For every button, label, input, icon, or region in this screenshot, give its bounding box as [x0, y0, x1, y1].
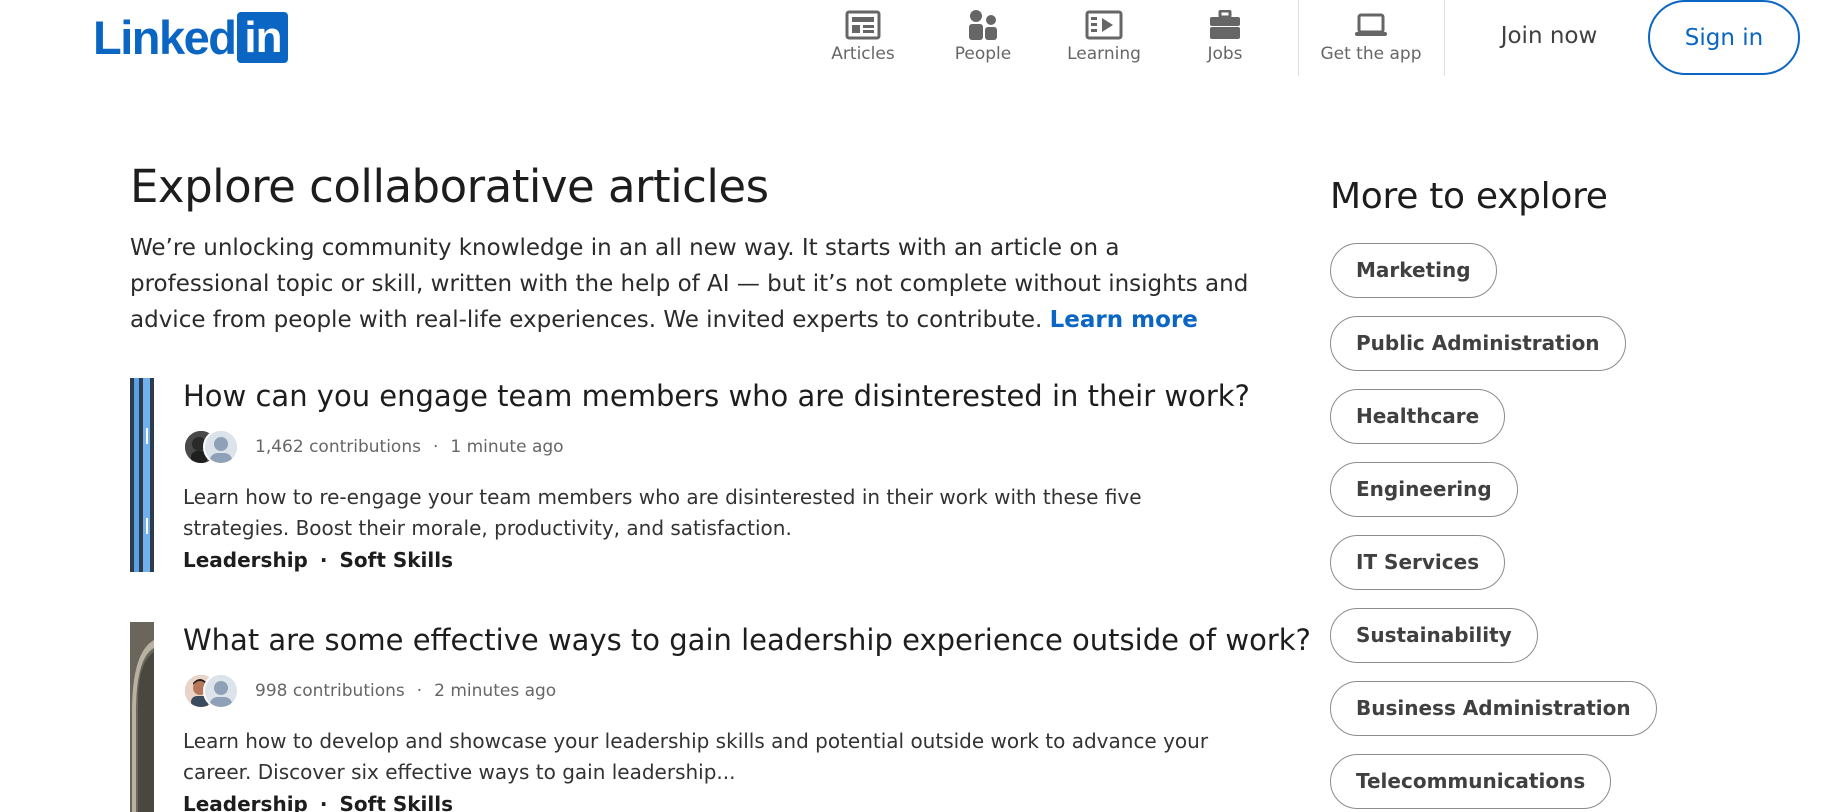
sign-in-button[interactable]: Sign in [1648, 0, 1800, 75]
nav-learning-label: Learning [1067, 44, 1141, 64]
contributor-avatars [183, 428, 243, 466]
nav-learning[interactable]: Learning [1049, 8, 1159, 70]
article-body: What are some effective ways to gain lea… [183, 622, 1311, 812]
top-nav-bar: Linked in Articles People Learning Jobs … [0, 0, 1846, 76]
nav-get-app-label: Get the app [1320, 44, 1422, 64]
tag-link[interactable]: Soft Skills [339, 548, 453, 572]
topic-pill-marketing[interactable]: Marketing [1330, 243, 1497, 298]
tag-link[interactable]: Leadership [183, 792, 308, 812]
topic-pill-it-services[interactable]: IT Services [1330, 535, 1506, 590]
nav-articles[interactable]: Articles [808, 8, 918, 70]
nav-articles-label: Articles [831, 44, 895, 64]
article-title[interactable]: What are some effective ways to gain lea… [183, 622, 1311, 658]
meta-separator: · [416, 681, 423, 702]
learning-icon [1084, 8, 1124, 42]
article-meta: 998 contributions · 2 minutes ago [183, 672, 1273, 710]
topic-pill-telecommunications[interactable]: Telecommunications [1330, 754, 1612, 809]
nav-jobs[interactable]: Jobs [1170, 8, 1280, 70]
jobs-icon [1205, 8, 1245, 42]
article-title[interactable]: How can you engage team members who are … [183, 378, 1273, 414]
nav-jobs-label: Jobs [1207, 44, 1243, 64]
logo-wordmark: Linked [93, 11, 237, 64]
avatar-placeholder-icon [203, 429, 239, 466]
nav-divider-right [1444, 0, 1445, 76]
avatar-placeholder-icon [203, 673, 239, 710]
article-time: 2 minutes ago [434, 681, 557, 702]
nav-people-label: People [954, 44, 1012, 64]
tag-separator: · [319, 548, 328, 573]
topic-pills: Marketing Public Administration Healthca… [1330, 243, 1657, 812]
article-body: How can you engage team members who are … [183, 378, 1273, 572]
join-now-link[interactable]: Join now [1484, 16, 1614, 56]
logo-in-box: in [237, 12, 289, 63]
article-description: Learn how to develop and showcase your l… [183, 729, 1209, 785]
topic-pill-healthcare[interactable]: Healthcare [1330, 389, 1506, 444]
article-tags: Leadership · Soft Skills [183, 792, 1273, 812]
topic-pill-public-administration[interactable]: Public Administration [1330, 316, 1626, 371]
topic-pill-business-administration[interactable]: Business Administration [1330, 681, 1657, 736]
contributor-avatars [183, 672, 243, 710]
article-thumbnail [130, 622, 154, 812]
article-meta: 1,462 contributions · 1 minute ago [183, 428, 1273, 466]
articles-icon [843, 8, 883, 42]
contributions-count: 998 contributions [255, 681, 405, 702]
meta-separator: · [432, 437, 439, 458]
nav-get-app[interactable]: Get the app [1315, 8, 1427, 70]
tag-separator: · [319, 792, 328, 812]
laptop-icon [1351, 8, 1391, 42]
sidebar-title: More to explore [1330, 176, 1608, 217]
article-card[interactable]: How can you engage team members who are … [130, 378, 1280, 573]
learn-more-link[interactable]: Learn more [1050, 307, 1198, 333]
nav-people[interactable]: People [928, 8, 1038, 70]
topic-pill-engineering[interactable]: Engineering [1330, 462, 1518, 517]
article-tags: Leadership · Soft Skills [183, 548, 1273, 572]
linkedin-logo[interactable]: Linked in [93, 11, 289, 64]
article-time: 1 minute ago [450, 437, 564, 458]
main-content: Explore collaborative articles We’re unl… [130, 160, 1250, 338]
tag-link[interactable]: Soft Skills [339, 792, 453, 812]
contributions-count: 1,462 contributions [255, 437, 421, 458]
people-icon [963, 8, 1003, 42]
intro-paragraph: We’re unlocking community knowledge in a… [130, 230, 1250, 338]
article-description: Learn how to re-engage your team members… [183, 485, 1142, 541]
topic-pill-sustainability[interactable]: Sustainability [1330, 608, 1538, 663]
tag-link[interactable]: Leadership [183, 548, 308, 572]
article-card[interactable]: What are some effective ways to gain lea… [130, 622, 1311, 812]
nav-divider-left [1298, 0, 1299, 76]
article-thumbnail [130, 378, 154, 572]
page-title: Explore collaborative articles [130, 160, 769, 213]
